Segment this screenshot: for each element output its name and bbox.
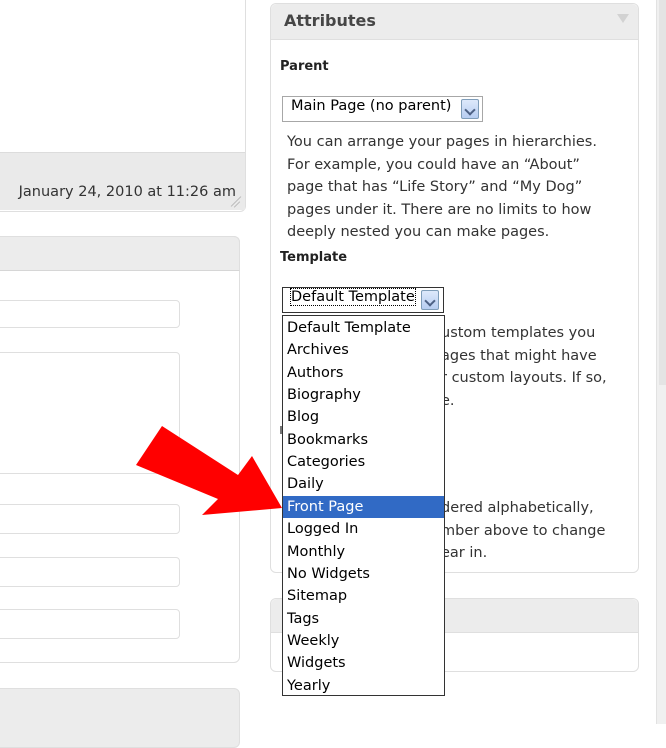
template-dropdown-list[interactable]: Default Template Archives Authors Biography… bbox=[282, 315, 445, 696]
help-line: pages under it. There are no limits to h… bbox=[287, 201, 592, 218]
template-option[interactable]: Widgets bbox=[283, 652, 444, 674]
template-option[interactable]: Blog bbox=[283, 406, 444, 428]
help-line: dered alphabetically, bbox=[441, 500, 594, 516]
panel-title: Attributes bbox=[284, 11, 376, 30]
text-field[interactable] bbox=[0, 557, 180, 587]
help-line: mber above to change bbox=[441, 522, 606, 539]
parent-heading: Parent bbox=[280, 59, 329, 74]
template-help-text: ustom templates you ages that might have… bbox=[441, 322, 636, 412]
template-option[interactable]: Front Page bbox=[283, 495, 444, 518]
template-option[interactable]: Default Template bbox=[283, 317, 444, 339]
template-option[interactable]: Categories bbox=[283, 451, 444, 473]
text-field[interactable] bbox=[0, 300, 180, 328]
text-field[interactable] bbox=[0, 609, 180, 639]
template-option[interactable]: Bookmarks bbox=[283, 429, 444, 451]
parent-select[interactable]: Main Page (no parent) bbox=[282, 96, 483, 122]
template-select-value: Default Template bbox=[290, 288, 416, 306]
editor-status-bar bbox=[0, 152, 245, 210]
template-heading: Template bbox=[280, 250, 348, 265]
help-line: You can arrange your pages in hierarchie… bbox=[287, 134, 597, 150]
help-line: r custom layouts. If so, bbox=[441, 370, 607, 386]
parent-help-text: You can arrange your pages in hierarchie… bbox=[287, 131, 632, 244]
template-option[interactable]: Logged In bbox=[283, 518, 444, 540]
meta-box-header[interactable] bbox=[0, 236, 240, 271]
help-line: ear in. bbox=[441, 545, 488, 561]
help-line: deeply nested you can make pages. bbox=[287, 224, 550, 240]
template-option[interactable]: Archives bbox=[283, 339, 444, 361]
template-option[interactable]: Sitemap bbox=[283, 585, 444, 607]
help-line: ustom templates you bbox=[441, 325, 596, 341]
order-help-text: dered alphabetically, mber above to chan… bbox=[441, 497, 636, 565]
template-option[interactable]: Biography bbox=[283, 384, 444, 406]
meta-box-header[interactable] bbox=[0, 688, 240, 748]
help-line: ages that might have bbox=[441, 347, 597, 364]
template-option[interactable]: Monthly bbox=[283, 541, 444, 563]
template-option[interactable]: Weekly bbox=[283, 630, 444, 652]
template-option[interactable]: Yearly bbox=[283, 675, 444, 697]
collapse-toggle-icon[interactable] bbox=[617, 14, 629, 23]
template-option[interactable]: Tags bbox=[283, 608, 444, 630]
chevron-down-icon[interactable] bbox=[421, 290, 439, 310]
last-edited-text: January 24, 2010 at 11:26 am bbox=[18, 184, 236, 200]
template-option[interactable]: No Widgets bbox=[283, 563, 444, 585]
chevron-down-icon[interactable] bbox=[461, 99, 479, 119]
template-option[interactable]: Authors bbox=[283, 362, 444, 384]
scrollbar-thumb[interactable] bbox=[659, 0, 666, 385]
help-line: e. bbox=[441, 392, 455, 409]
help-line: page that has “Life Story” and “My Dog” bbox=[287, 179, 583, 195]
red-arrow-icon bbox=[136, 426, 282, 515]
template-select[interactable]: Default Template bbox=[282, 287, 444, 313]
template-option[interactable]: Daily bbox=[283, 473, 444, 495]
help-line: For example, you could have an “About” bbox=[287, 156, 580, 173]
parent-select-value: Main Page (no parent) bbox=[291, 98, 452, 114]
resize-grip-icon[interactable] bbox=[230, 196, 242, 208]
